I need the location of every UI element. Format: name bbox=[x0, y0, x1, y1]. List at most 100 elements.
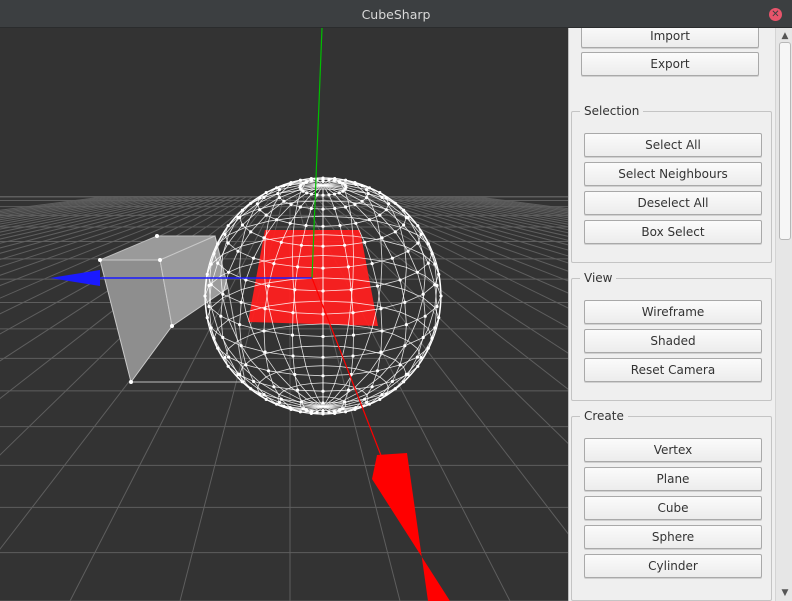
sphere-vertex bbox=[262, 236, 266, 240]
selection-group: Selection Select All Select Neighbours D… bbox=[571, 104, 772, 263]
sphere-vertex bbox=[344, 410, 348, 414]
sphere-vertex bbox=[321, 289, 325, 293]
sphere-vertex bbox=[367, 402, 371, 406]
3d-viewport[interactable] bbox=[0, 28, 568, 601]
sphere-vertex bbox=[205, 272, 209, 276]
create-cylinder-button[interactable]: Cylinder bbox=[584, 554, 762, 578]
wireframe-button[interactable]: Wireframe bbox=[584, 300, 762, 324]
sphere-vertex bbox=[272, 262, 276, 266]
sphere-vertex bbox=[433, 283, 437, 287]
sphere-vertex bbox=[275, 186, 279, 190]
sphere-vertex bbox=[321, 389, 325, 393]
sphere-vertex bbox=[437, 272, 441, 276]
sphere-vertex bbox=[321, 401, 325, 405]
sphere-vertex bbox=[301, 407, 305, 411]
sphere-vertex bbox=[226, 224, 230, 228]
sphere-vertex bbox=[216, 346, 220, 350]
reset-camera-button[interactable]: Reset Camera bbox=[584, 358, 762, 382]
sphere-vertex bbox=[433, 326, 437, 330]
select-all-button[interactable]: Select All bbox=[584, 133, 762, 157]
sphere-vertex bbox=[275, 402, 279, 406]
sphere-vertex bbox=[249, 387, 253, 391]
deselect-all-button[interactable]: Deselect All bbox=[584, 191, 762, 215]
sphere-vertex bbox=[264, 213, 268, 217]
sphere-vertex bbox=[390, 379, 394, 383]
sphere-vertex bbox=[249, 230, 253, 234]
sphere-vertex bbox=[298, 410, 302, 414]
sphere-vertex bbox=[309, 206, 313, 211]
sphere-vertex bbox=[378, 213, 382, 217]
sphere-vertex bbox=[263, 350, 267, 354]
sphere-vertex bbox=[398, 278, 402, 282]
sphere-vertex bbox=[263, 307, 267, 311]
sphere-vertex bbox=[288, 406, 292, 410]
sphere-vertex bbox=[216, 242, 220, 246]
sphere-vertex bbox=[437, 316, 441, 320]
sphere-vertex bbox=[226, 241, 230, 245]
sphere-vertex bbox=[384, 208, 388, 212]
sphere-vertex bbox=[363, 397, 367, 401]
sphere-vertex bbox=[354, 221, 358, 225]
shaded-button[interactable]: Shaded bbox=[584, 329, 762, 353]
scrollbar-thumb[interactable] bbox=[779, 42, 791, 240]
sphere-vertex bbox=[252, 256, 256, 260]
scroll-up-icon[interactable]: ▲ bbox=[780, 31, 790, 41]
sphere-vertex bbox=[309, 192, 314, 196]
sphere-vertex bbox=[341, 407, 345, 411]
sphere-vertex bbox=[375, 284, 380, 288]
sphere-vertex bbox=[380, 329, 384, 333]
sphere-vertex bbox=[380, 393, 384, 397]
panel-scrollbar[interactable]: ▲ ▼ bbox=[775, 28, 792, 601]
sphere-vertex bbox=[421, 335, 425, 340]
sphere-vertex bbox=[244, 278, 248, 282]
sphere-vertex bbox=[282, 184, 286, 188]
cube-vertex bbox=[98, 258, 102, 262]
viewport-canvas[interactable] bbox=[0, 28, 568, 601]
sphere-vertex bbox=[321, 224, 325, 228]
sphere-vertex bbox=[305, 191, 309, 195]
sphere-vertex bbox=[416, 241, 420, 245]
import-button[interactable]: Import bbox=[581, 28, 759, 48]
sphere-vertex bbox=[289, 181, 293, 185]
sphere-vertex bbox=[349, 288, 353, 292]
sphere-vertex bbox=[380, 236, 384, 240]
sphere-vertex bbox=[402, 223, 406, 227]
sphere-vertex bbox=[415, 270, 419, 274]
sphere-vertex bbox=[327, 193, 331, 197]
sphere-vertex bbox=[387, 202, 391, 206]
select-neighbours-button[interactable]: Select Neighbours bbox=[584, 162, 762, 186]
cube-vertex bbox=[129, 380, 133, 384]
box-select-button[interactable]: Box Select bbox=[584, 220, 762, 244]
sphere-vertex bbox=[223, 356, 227, 360]
sphere-vertex bbox=[258, 196, 262, 200]
sphere-vertex bbox=[238, 323, 242, 327]
view-group: View Wireframe Shaded Reset Camera bbox=[571, 271, 772, 401]
sphere-vertex bbox=[367, 186, 371, 190]
create-plane-button[interactable]: Plane bbox=[584, 467, 762, 491]
cube-vertex bbox=[170, 324, 174, 328]
sphere-vertex bbox=[262, 393, 266, 397]
sphere-vertex bbox=[321, 244, 325, 248]
sphere-vertex bbox=[430, 252, 434, 256]
create-vertex-button[interactable]: Vertex bbox=[584, 438, 762, 462]
sphere-vertex bbox=[393, 201, 397, 205]
sphere-vertex bbox=[282, 404, 286, 408]
close-icon[interactable]: ✕ bbox=[769, 8, 782, 21]
sphere-vertex bbox=[365, 400, 369, 404]
sphere-vertex bbox=[406, 372, 410, 376]
sphere-vertex bbox=[227, 270, 231, 274]
export-button[interactable]: Export bbox=[581, 52, 759, 76]
sphere-vertex bbox=[309, 178, 314, 182]
sphere-vertex bbox=[296, 265, 300, 269]
sphere-vertex bbox=[423, 314, 427, 318]
sphere-vertex bbox=[240, 208, 244, 212]
sphere-vertex bbox=[321, 412, 325, 416]
sphere-vertex bbox=[264, 397, 268, 401]
sphere-vertex bbox=[221, 335, 225, 340]
sphere-vertex bbox=[378, 191, 382, 195]
create-sphere-button[interactable]: Sphere bbox=[584, 525, 762, 549]
scroll-down-icon[interactable]: ▼ bbox=[780, 588, 790, 598]
sphere-vertex bbox=[351, 354, 355, 358]
sphere-vertex bbox=[365, 188, 369, 192]
create-cube-button[interactable]: Cube bbox=[584, 496, 762, 520]
